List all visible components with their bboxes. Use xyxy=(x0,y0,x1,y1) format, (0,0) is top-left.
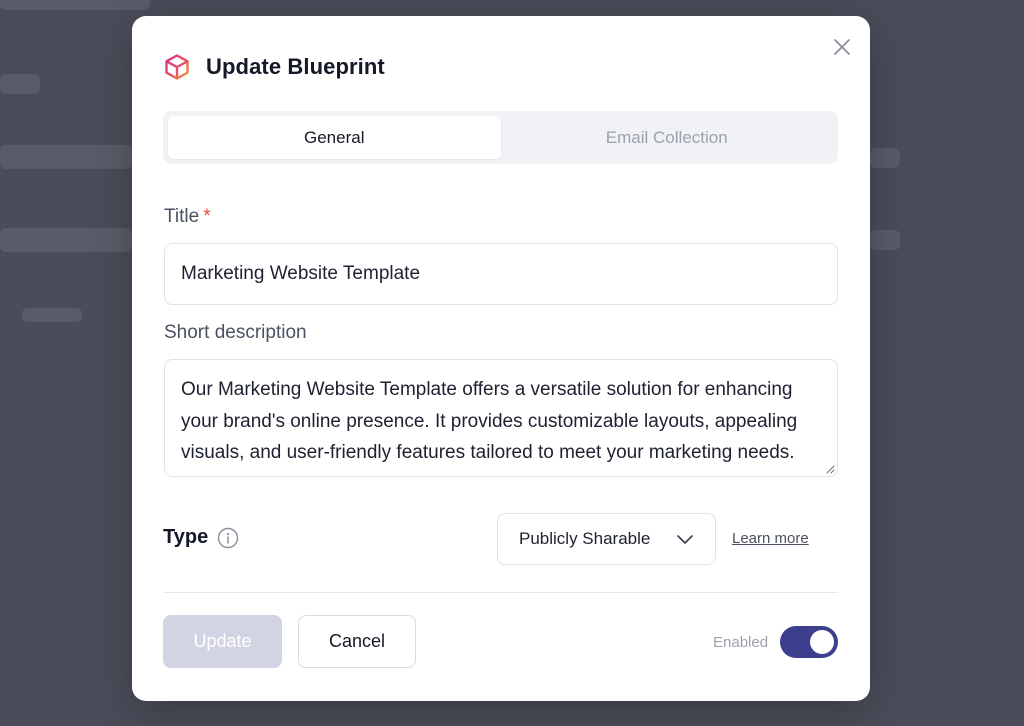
description-label: Short description xyxy=(164,322,307,343)
title-input[interactable]: Marketing Website Template xyxy=(164,243,838,305)
type-select-value: Publicly Sharable xyxy=(519,529,651,548)
background-content xyxy=(0,145,132,169)
dialog-title: Update Blueprint xyxy=(206,54,385,79)
title-label: Title * xyxy=(164,206,211,228)
description-text: Our Marketing Website Template offers a … xyxy=(181,379,798,463)
background-content xyxy=(0,0,150,10)
type-label: Type xyxy=(163,526,239,549)
resize-handle-icon[interactable] xyxy=(825,464,835,474)
enabled-toggle[interactable] xyxy=(780,626,838,658)
update-button[interactable]: Update xyxy=(163,615,282,668)
enabled-label: Enabled xyxy=(713,634,769,651)
toggle-knob xyxy=(810,630,834,654)
close-button[interactable] xyxy=(830,35,854,59)
dialog-header: Update Blueprint xyxy=(163,52,385,82)
required-marker: * xyxy=(203,206,211,227)
type-label-text: Type xyxy=(163,526,209,548)
footer-divider xyxy=(164,592,838,593)
learn-more-link[interactable]: Learn more xyxy=(732,530,809,547)
tab-bar: General Email Collection xyxy=(163,111,838,164)
tab-general[interactable]: General xyxy=(168,116,501,159)
background-content xyxy=(0,74,40,94)
background-content xyxy=(870,230,900,250)
close-icon xyxy=(834,39,850,55)
update-blueprint-dialog: Update Blueprint General Email Collectio… xyxy=(132,16,870,701)
tab-email-collection[interactable]: Email Collection xyxy=(501,116,834,159)
type-select[interactable]: Publicly Sharable xyxy=(497,513,716,565)
background-content xyxy=(22,308,82,322)
info-icon[interactable] xyxy=(217,527,239,549)
chevron-down-icon xyxy=(677,535,693,544)
cancel-button[interactable]: Cancel xyxy=(298,615,416,668)
cube-icon xyxy=(165,54,189,80)
description-textarea[interactable]: Our Marketing Website Template offers a … xyxy=(164,359,838,477)
title-label-text: Title xyxy=(164,206,200,227)
background-content xyxy=(0,228,132,252)
background-content xyxy=(870,148,900,168)
